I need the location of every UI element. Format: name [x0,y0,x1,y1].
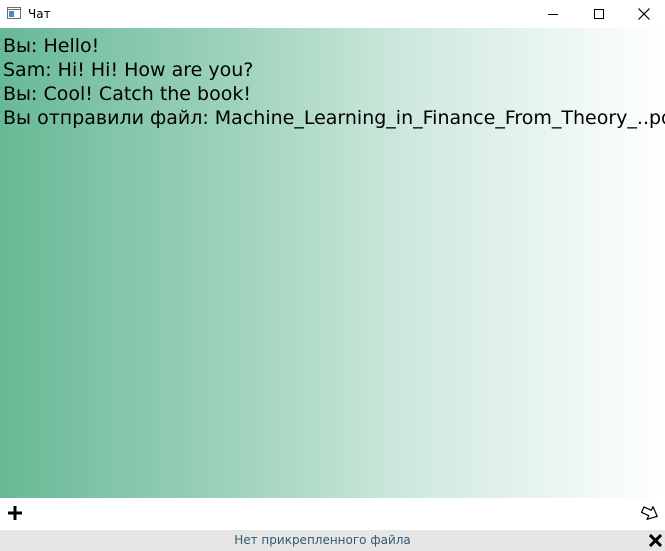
composer-row [0,498,665,530]
chat-message: Вы отправили файл: Machine_Learning_in_F… [3,107,665,129]
close-window-button[interactable] [621,0,665,28]
maximize-button[interactable] [576,0,622,28]
message-input[interactable] [30,501,630,527]
close-x-icon [648,533,662,547]
status-bar: Нет прикрепленного файла [0,530,665,551]
window-title: Чат [28,7,51,21]
chat-message: Вы: Hello! [3,35,100,57]
app-window-icon [7,7,21,19]
send-arrow-icon [641,506,658,520]
title-bar: Чат [0,0,665,28]
send-button[interactable] [639,502,661,524]
attach-file-button[interactable] [4,502,26,524]
chat-message: Sam: Hi! Hi! How are you? [3,59,254,81]
maximize-icon [594,9,604,19]
plus-icon [8,506,22,520]
chat-message: Вы: Cool! Catch the book! [3,83,251,105]
remove-attachment-button[interactable] [646,531,664,549]
chat-history[interactable]: Вы: Hello! Sam: Hi! Hi! How are you? Вы:… [0,28,665,498]
attachment-status-text: Нет прикрепленного файла [234,533,411,547]
minimize-button[interactable] [530,0,576,28]
message-list: Вы: Hello! Sam: Hi! Hi! How are you? Вы:… [0,34,665,130]
minimize-icon [548,13,558,15]
close-icon [638,8,650,20]
